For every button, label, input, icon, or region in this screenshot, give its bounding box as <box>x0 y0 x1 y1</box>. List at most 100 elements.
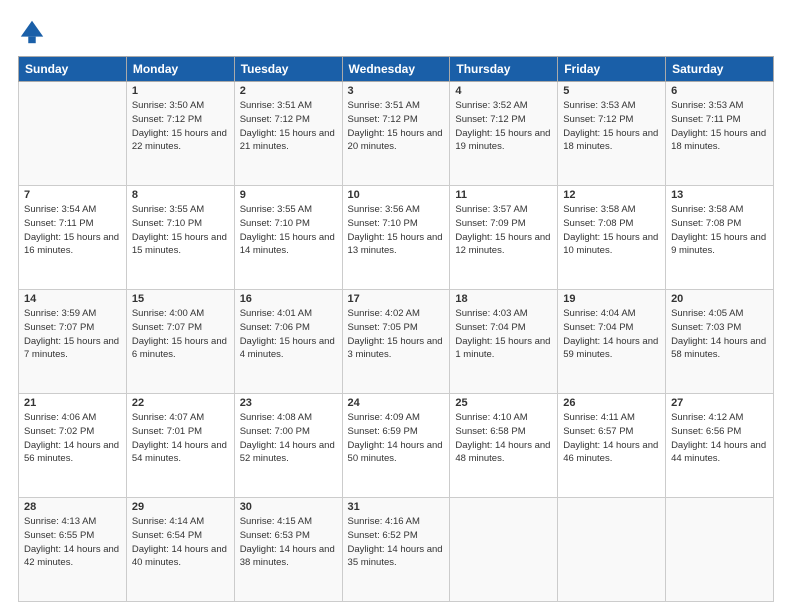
cell-content: Sunrise: 3:57 AMSunset: 7:09 PMDaylight:… <box>455 203 552 258</box>
calendar-cell: 25Sunrise: 4:10 AMSunset: 6:58 PMDayligh… <box>450 394 558 498</box>
cell-content: Sunrise: 4:07 AMSunset: 7:01 PMDaylight:… <box>132 411 229 466</box>
day-number: 12 <box>563 189 660 201</box>
weekday-header-row: SundayMondayTuesdayWednesdayThursdayFrid… <box>19 57 774 82</box>
cell-content: Sunrise: 4:02 AMSunset: 7:05 PMDaylight:… <box>348 307 445 362</box>
weekday-header-wednesday: Wednesday <box>342 57 450 82</box>
cell-content: Sunrise: 4:03 AMSunset: 7:04 PMDaylight:… <box>455 307 552 362</box>
cell-content: Sunrise: 3:56 AMSunset: 7:10 PMDaylight:… <box>348 203 445 258</box>
day-number: 23 <box>240 397 337 409</box>
cell-content: Sunrise: 4:01 AMSunset: 7:06 PMDaylight:… <box>240 307 337 362</box>
calendar-cell: 7 Sunrise: 3:54 AMSunset: 7:11 PMDaylight… <box>19 186 127 290</box>
cell-content: Sunrise: 4:13 AMSunset: 6:55 PMDaylight:… <box>24 515 121 570</box>
cell-content: Sunrise: 4:11 AMSunset: 6:57 PMDaylight:… <box>563 411 660 466</box>
day-number: 9 <box>240 189 337 201</box>
day-number: 26 <box>563 397 660 409</box>
weekday-header-friday: Friday <box>558 57 666 82</box>
calendar-cell: 28 Sunrise: 4:13 AMSunset: 6:55 PMDayligh… <box>19 498 127 602</box>
cell-content: Sunrise: 3:54 AMSunset: 7:11 PMDaylight:… <box>24 203 121 258</box>
calendar-cell: 15 Sunrise: 4:00 AMSunset: 7:07 PMDayligh… <box>126 290 234 394</box>
weekday-header-monday: Monday <box>126 57 234 82</box>
calendar-cell: 6 Sunrise: 3:53 AMSunset: 7:11 PMDaylight… <box>666 82 774 186</box>
cell-content: Sunrise: 3:50 AMSunset: 7:12 PMDaylight:… <box>132 99 229 154</box>
cell-content: Sunrise: 3:58 AMSunset: 7:08 PMDaylight:… <box>563 203 660 258</box>
day-number: 16 <box>240 293 337 305</box>
calendar-cell <box>558 498 666 602</box>
cell-content: Sunrise: 4:00 AMSunset: 7:07 PMDaylight:… <box>132 307 229 362</box>
calendar-cell: 4 Sunrise: 3:52 AMSunset: 7:12 PMDaylight… <box>450 82 558 186</box>
calendar-week-row: 21Sunrise: 4:06 AMSunset: 7:02 PMDayligh… <box>19 394 774 498</box>
day-number: 8 <box>132 189 229 201</box>
logo <box>18 18 50 46</box>
calendar-cell: 3 Sunrise: 3:51 AMSunset: 7:12 PMDaylight… <box>342 82 450 186</box>
day-number: 31 <box>348 501 445 513</box>
calendar-cell: 13 Sunrise: 3:58 AMSunset: 7:08 PMDayligh… <box>666 186 774 290</box>
calendar-cell: 18 Sunrise: 4:03 AMSunset: 7:04 PMDayligh… <box>450 290 558 394</box>
day-number: 18 <box>455 293 552 305</box>
day-number: 13 <box>671 189 768 201</box>
calendar-cell: 24Sunrise: 4:09 AMSunset: 6:59 PMDayligh… <box>342 394 450 498</box>
cell-content: Sunrise: 4:06 AMSunset: 7:02 PMDaylight:… <box>24 411 121 466</box>
day-number: 5 <box>563 85 660 97</box>
weekday-header-saturday: Saturday <box>666 57 774 82</box>
logo-icon <box>18 18 46 46</box>
calendar-cell: 20 Sunrise: 4:05 AMSunset: 7:03 PMDayligh… <box>666 290 774 394</box>
cell-content: Sunrise: 3:51 AMSunset: 7:12 PMDaylight:… <box>348 99 445 154</box>
cell-content: Sunrise: 4:09 AMSunset: 6:59 PMDaylight:… <box>348 411 445 466</box>
calendar-cell: 30 Sunrise: 4:15 AMSunset: 6:53 PMDayligh… <box>234 498 342 602</box>
day-number: 29 <box>132 501 229 513</box>
calendar-cell: 17 Sunrise: 4:02 AMSunset: 7:05 PMDayligh… <box>342 290 450 394</box>
header <box>18 18 774 46</box>
calendar-cell: 9 Sunrise: 3:55 AMSunset: 7:10 PMDaylight… <box>234 186 342 290</box>
calendar-cell: 2Sunrise: 3:51 AMSunset: 7:12 PMDaylight… <box>234 82 342 186</box>
weekday-header-tuesday: Tuesday <box>234 57 342 82</box>
calendar-cell <box>19 82 127 186</box>
calendar-cell: 1Sunrise: 3:50 AMSunset: 7:12 PMDaylight… <box>126 82 234 186</box>
calendar-cell: 10 Sunrise: 3:56 AMSunset: 7:10 PMDayligh… <box>342 186 450 290</box>
calendar-week-row: 1Sunrise: 3:50 AMSunset: 7:12 PMDaylight… <box>19 82 774 186</box>
weekday-header-thursday: Thursday <box>450 57 558 82</box>
day-number: 20 <box>671 293 768 305</box>
day-number: 25 <box>455 397 552 409</box>
calendar-cell: 23 Sunrise: 4:08 AMSunset: 7:00 PMDayligh… <box>234 394 342 498</box>
day-number: 7 <box>24 189 121 201</box>
cell-content: Sunrise: 4:14 AMSunset: 6:54 PMDaylight:… <box>132 515 229 570</box>
calendar-cell: 26 Sunrise: 4:11 AMSunset: 6:57 PMDayligh… <box>558 394 666 498</box>
day-number: 22 <box>132 397 229 409</box>
day-number: 17 <box>348 293 445 305</box>
calendar-cell: 21Sunrise: 4:06 AMSunset: 7:02 PMDayligh… <box>19 394 127 498</box>
day-number: 11 <box>455 189 552 201</box>
calendar-cell: 22 Sunrise: 4:07 AMSunset: 7:01 PMDayligh… <box>126 394 234 498</box>
calendar-cell: 5Sunrise: 3:53 AMSunset: 7:12 PMDaylight… <box>558 82 666 186</box>
cell-content: Sunrise: 3:53 AMSunset: 7:11 PMDaylight:… <box>671 99 768 154</box>
calendar-cell <box>450 498 558 602</box>
day-number: 15 <box>132 293 229 305</box>
day-number: 6 <box>671 85 768 97</box>
day-number: 3 <box>348 85 445 97</box>
cell-content: Sunrise: 3:58 AMSunset: 7:08 PMDaylight:… <box>671 203 768 258</box>
cell-content: Sunrise: 4:08 AMSunset: 7:00 PMDaylight:… <box>240 411 337 466</box>
calendar-week-row: 7 Sunrise: 3:54 AMSunset: 7:11 PMDaylight… <box>19 186 774 290</box>
weekday-header-sunday: Sunday <box>19 57 127 82</box>
day-number: 10 <box>348 189 445 201</box>
calendar-week-row: 28 Sunrise: 4:13 AMSunset: 6:55 PMDayligh… <box>19 498 774 602</box>
calendar-cell: 12 Sunrise: 3:58 AMSunset: 7:08 PMDayligh… <box>558 186 666 290</box>
day-number: 27 <box>671 397 768 409</box>
cell-content: Sunrise: 3:52 AMSunset: 7:12 PMDaylight:… <box>455 99 552 154</box>
cell-content: Sunrise: 4:04 AMSunset: 7:04 PMDaylight:… <box>563 307 660 362</box>
calendar-cell: 27 Sunrise: 4:12 AMSunset: 6:56 PMDayligh… <box>666 394 774 498</box>
cell-content: Sunrise: 4:15 AMSunset: 6:53 PMDaylight:… <box>240 515 337 570</box>
cell-content: Sunrise: 4:12 AMSunset: 6:56 PMDaylight:… <box>671 411 768 466</box>
day-number: 14 <box>24 293 121 305</box>
cell-content: Sunrise: 4:05 AMSunset: 7:03 PMDaylight:… <box>671 307 768 362</box>
cell-content: Sunrise: 3:51 AMSunset: 7:12 PMDaylight:… <box>240 99 337 154</box>
day-number: 4 <box>455 85 552 97</box>
cell-content: Sunrise: 3:55 AMSunset: 7:10 PMDaylight:… <box>240 203 337 258</box>
calendar-cell: 29 Sunrise: 4:14 AMSunset: 6:54 PMDayligh… <box>126 498 234 602</box>
day-number: 28 <box>24 501 121 513</box>
calendar-cell: 14Sunrise: 3:59 AMSunset: 7:07 PMDayligh… <box>19 290 127 394</box>
calendar-cell: 16 Sunrise: 4:01 AMSunset: 7:06 PMDayligh… <box>234 290 342 394</box>
calendar-table: SundayMondayTuesdayWednesdayThursdayFrid… <box>18 56 774 602</box>
day-number: 19 <box>563 293 660 305</box>
day-number: 30 <box>240 501 337 513</box>
calendar-cell <box>666 498 774 602</box>
